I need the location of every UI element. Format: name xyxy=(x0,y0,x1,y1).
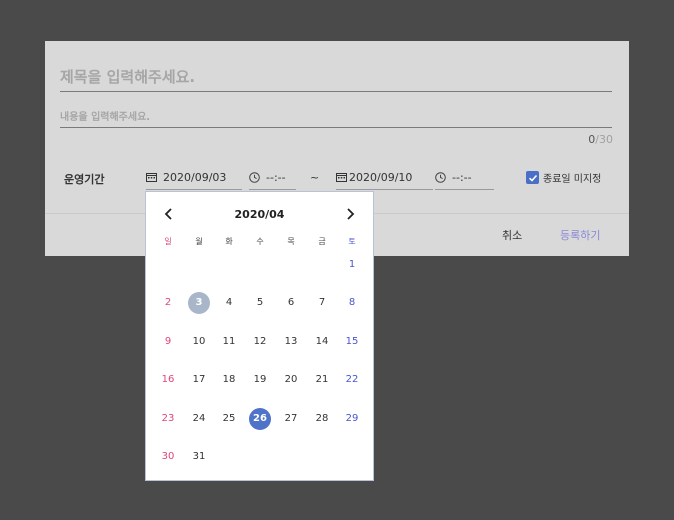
weekday-label: 수 xyxy=(256,237,264,246)
calendar-day[interactable]: 12 xyxy=(249,331,271,353)
end-date-value: 2020/09/10 xyxy=(349,170,413,184)
calendar-day[interactable]: 27 xyxy=(280,408,302,430)
calendar-day[interactable]: 25 xyxy=(218,408,240,430)
title-input[interactable] xyxy=(60,63,612,92)
no-end-date-label: 종료일 미지정 xyxy=(543,174,602,185)
calendar-day[interactable]: 4 xyxy=(218,292,240,314)
calendar-day[interactable]: 28 xyxy=(311,408,333,430)
calendar-day[interactable]: 21 xyxy=(311,369,333,391)
calendar-day[interactable]: 24 xyxy=(188,408,210,430)
calendar-day[interactable]: 8 xyxy=(341,292,363,314)
calendar-header: 2020/04 xyxy=(146,206,373,224)
start-time-field[interactable]: --:-- xyxy=(249,165,296,190)
calendar-day[interactable]: 17 xyxy=(188,369,210,391)
calendar-day[interactable]: 22 xyxy=(341,369,363,391)
start-date-value: 2020/09/03 xyxy=(163,170,227,184)
chevron-right-icon[interactable] xyxy=(343,206,357,222)
date-range-separator: ~ xyxy=(310,171,320,184)
content-input[interactable] xyxy=(60,107,612,128)
weekday-label: 토 xyxy=(348,237,356,246)
calendar-day[interactable]: 1 xyxy=(341,254,363,276)
calendar-icon xyxy=(336,173,347,182)
calendar-day[interactable]: 20 xyxy=(280,369,302,391)
calendar-day[interactable]: 23 xyxy=(157,408,179,430)
calendar-day[interactable]: 11 xyxy=(218,331,240,353)
no-end-date-checkbox[interactable] xyxy=(526,171,539,184)
end-time-field[interactable]: --:-- xyxy=(435,165,494,190)
weekday-label: 금 xyxy=(318,237,326,246)
submit-button[interactable]: 등록하기 xyxy=(560,227,600,243)
weekday-label: 화 xyxy=(225,237,233,246)
char-counter: 0/30 xyxy=(588,133,613,146)
end-date-field[interactable]: 2020/09/10 xyxy=(336,165,433,190)
weekday-label: 월 xyxy=(195,237,203,246)
char-count-max: /30 xyxy=(595,133,613,146)
calendar-day[interactable]: 13 xyxy=(280,331,302,353)
end-time-value: --:-- xyxy=(452,170,472,184)
weekday-label: 목 xyxy=(287,237,295,246)
start-time-value: --:-- xyxy=(266,170,286,184)
calendar-day-selected[interactable]: 26 xyxy=(249,408,271,430)
calendar-day[interactable]: 29 xyxy=(341,408,363,430)
date-picker-popup: 2020/04 일 월 화 수 목 금 토 1 2 3 4 5 6 7 8 9 10 11 12 13 14 15 16 17… xyxy=(145,191,374,481)
start-date-field[interactable]: 2020/09/03 xyxy=(146,165,242,190)
calendar-day[interactable]: 2 xyxy=(157,292,179,314)
calendar-day[interactable]: 14 xyxy=(311,331,333,353)
calendar-day[interactable]: 10 xyxy=(188,331,210,353)
calendar-day[interactable]: 18 xyxy=(218,369,240,391)
weekday-label: 일 xyxy=(164,237,172,246)
cancel-button[interactable]: 취소 xyxy=(502,227,522,243)
period-label: 운영기간 xyxy=(64,173,105,186)
calendar-day[interactable]: 30 xyxy=(157,446,179,468)
calendar-day[interactable]: 31 xyxy=(188,446,210,468)
no-end-date-option[interactable]: 종료일 미지정 xyxy=(526,170,601,185)
calendar-day[interactable]: 6 xyxy=(280,292,302,314)
clock-icon xyxy=(249,171,260,183)
calendar-day[interactable]: 5 xyxy=(249,292,271,314)
clock-icon xyxy=(435,171,446,183)
calendar-day[interactable]: 16 xyxy=(157,369,179,391)
calendar-day[interactable]: 15 xyxy=(341,331,363,353)
calendar-month-label: 2020/04 xyxy=(234,208,285,221)
calendar-day[interactable]: 7 xyxy=(311,292,333,314)
calendar-day[interactable]: 9 xyxy=(157,331,179,353)
check-icon xyxy=(528,174,537,182)
calendar-day-today[interactable]: 3 xyxy=(188,292,210,314)
calendar-icon xyxy=(146,173,157,182)
calendar-day[interactable]: 19 xyxy=(249,369,271,391)
